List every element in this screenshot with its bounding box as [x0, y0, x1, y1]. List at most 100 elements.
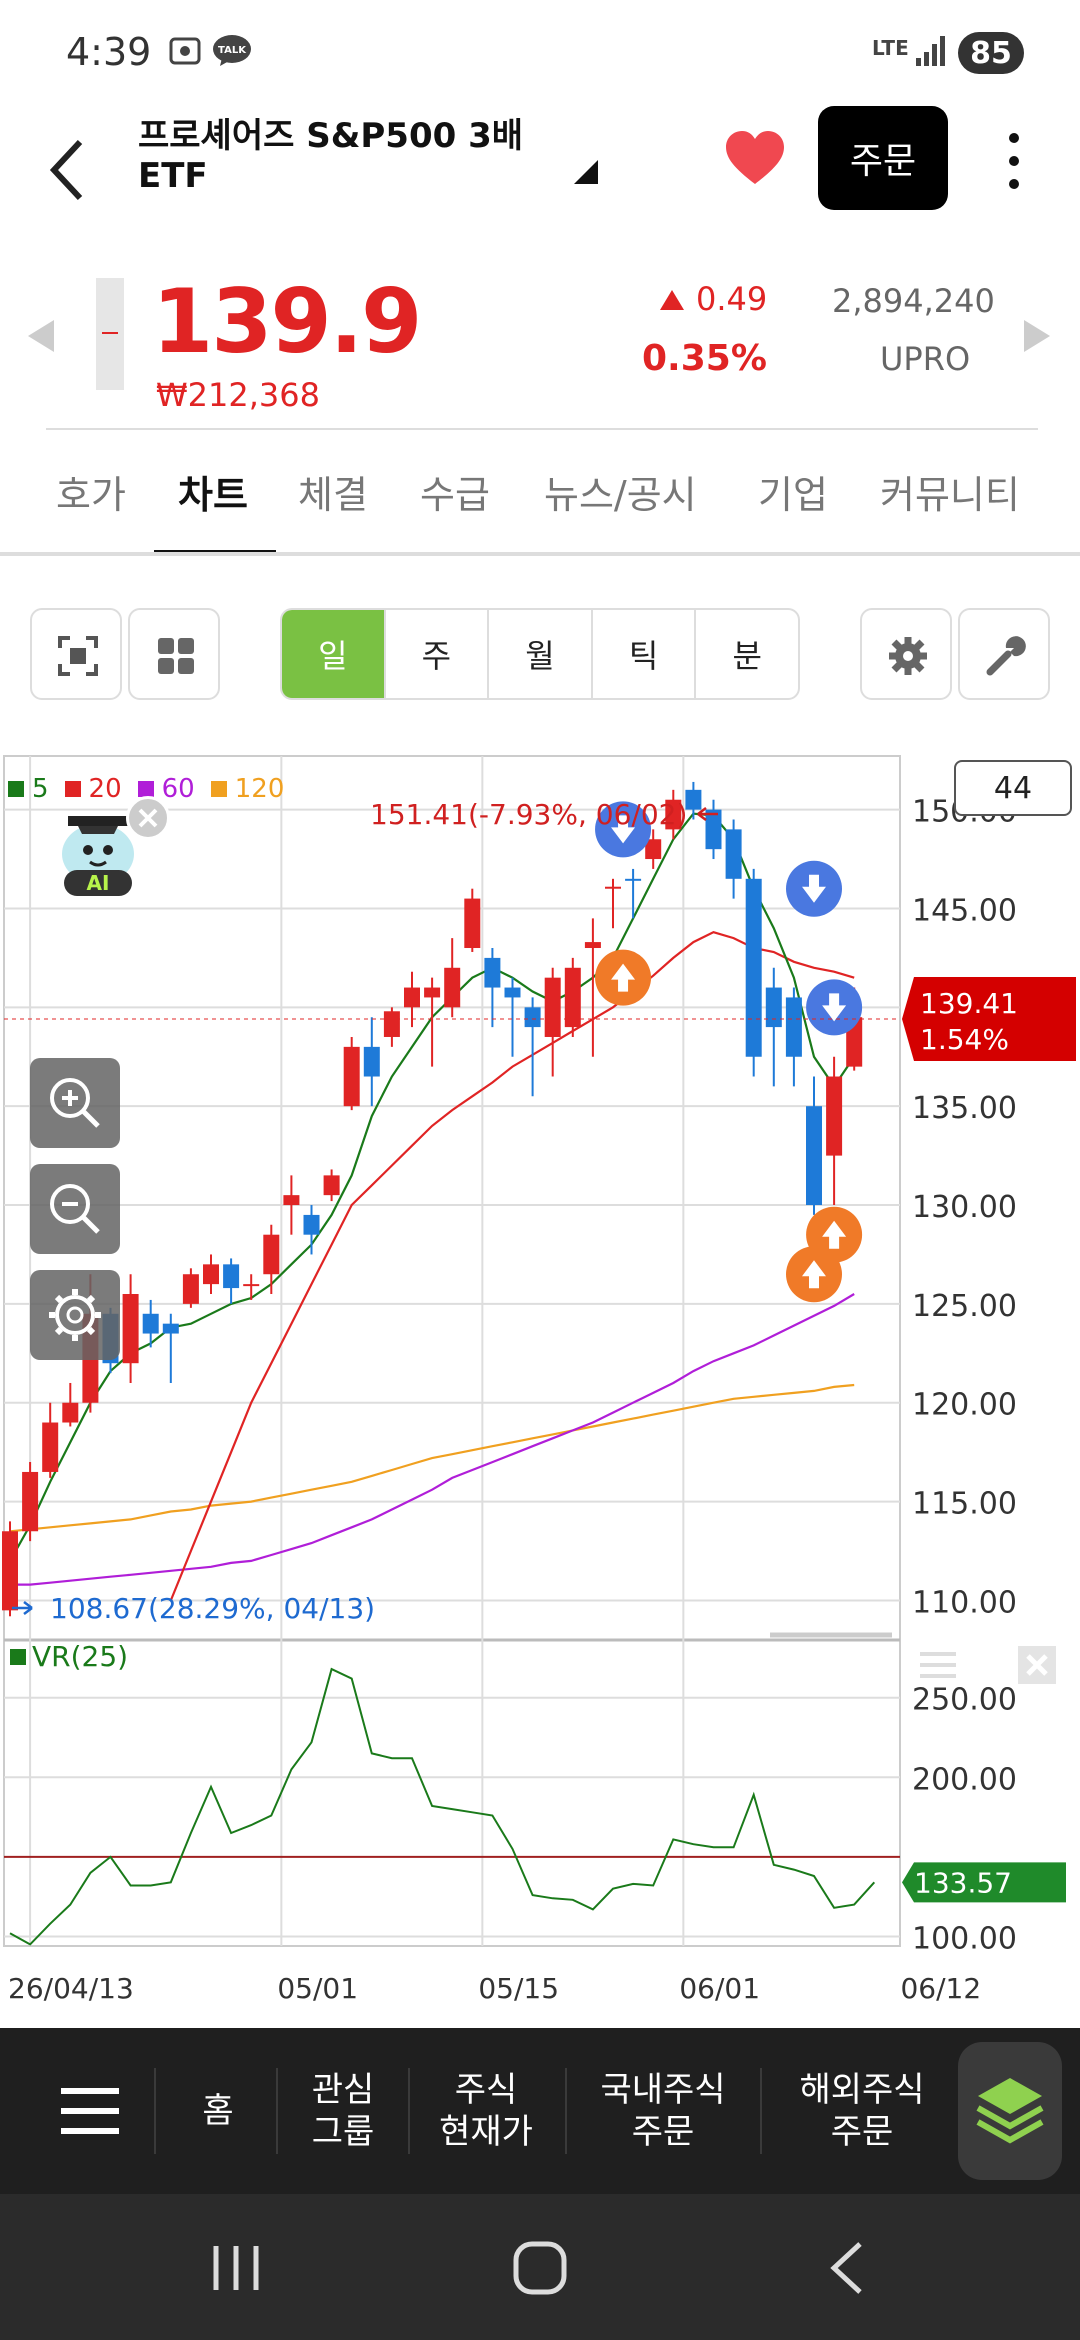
period-month-button[interactable]: 월 [489, 610, 593, 698]
candle-body [162, 1323, 179, 1334]
clock: 4:39 [66, 30, 152, 74]
change-percent: 0.35% [642, 338, 767, 379]
back-arrow-icon[interactable] [40, 130, 100, 210]
candle-body [182, 1274, 199, 1304]
chart-settings-button[interactable] [860, 608, 952, 700]
candle-count-box[interactable]: 44 [954, 760, 1072, 816]
vr-current-label: 133.57 [914, 1866, 1012, 1899]
tab-supply[interactable]: 수급 [420, 464, 490, 519]
nav-divider [565, 2068, 567, 2154]
layers-button[interactable] [958, 2042, 1062, 2180]
legend-label: 120 [234, 774, 285, 804]
tab-chart[interactable]: 차트 [178, 464, 248, 519]
period-tick-button[interactable]: 틱 [593, 610, 697, 698]
network-type: LTE [872, 36, 909, 60]
svg-text:AI: AI [87, 871, 110, 895]
gallery-icon [169, 37, 201, 65]
nav-stock-price[interactable]: 주식 현재가 [410, 2028, 562, 2194]
legend-swatch [8, 781, 24, 797]
nav-divider [154, 2068, 156, 2154]
stock-dropdown-icon[interactable] [574, 160, 598, 184]
y-tick-label: 145.00 [912, 893, 1017, 928]
y-tick-label: 130.00 [912, 1190, 1017, 1225]
tab-community[interactable]: 커뮤니티 [880, 464, 1020, 519]
signal-icon [916, 36, 945, 66]
chart-toolbar: 일 주 월 틱 분 [0, 600, 1080, 710]
capture-button[interactable] [30, 608, 122, 700]
layers-icon [976, 2078, 1044, 2144]
screen-capture-icon [58, 636, 98, 676]
candlestick-chart[interactable]: 150.00145.00140.00135.00130.00125.00120.… [0, 752, 1080, 2030]
tab-bar: 호가 차트 체결 수급 뉴스/공시 기업 커뮤니티 [0, 440, 1080, 560]
candle-body [404, 987, 420, 1008]
low-annotation: 108.67(28.29%, 04/13) [50, 1592, 375, 1625]
y-tick-label: 120.00 [912, 1388, 1017, 1423]
candle-body [223, 1264, 240, 1289]
panel-close-button[interactable] [1018, 1646, 1056, 1684]
candle-body [303, 1214, 320, 1235]
candle-body [363, 1046, 380, 1077]
vr-tick-label: 100.00 [912, 1921, 1017, 1956]
system-back-icon[interactable] [822, 2240, 872, 2296]
candle-body [605, 886, 621, 889]
candle-body [685, 789, 702, 810]
x-tick-label: 05/15 [478, 1972, 559, 2005]
legend-swatch [64, 781, 81, 797]
nav-domestic-order[interactable]: 국내주식 주문 [568, 2028, 758, 2194]
current-price-label: 139.41 [920, 987, 1018, 1020]
period-day-button[interactable]: 일 [282, 610, 386, 698]
layout-grid-button[interactable] [128, 608, 220, 700]
candle-body [263, 1234, 280, 1275]
period-minute-button[interactable]: 분 [696, 610, 798, 698]
candle-body [705, 809, 722, 850]
zoom-in-button[interactable] [30, 1058, 120, 1148]
more-menu-icon[interactable] [1002, 130, 1026, 192]
stock-title[interactable]: 프로셰어즈 S&P500 3배 ETF [138, 116, 558, 196]
menu-button[interactable] [20, 2028, 160, 2194]
tab-trades[interactable]: 체결 [298, 464, 368, 519]
candle-body [544, 977, 561, 1037]
recent-apps-icon[interactable] [206, 2242, 266, 2294]
candle-body [564, 967, 581, 1028]
tab-news[interactable]: 뉴스/공시 [544, 464, 697, 519]
vr-legend-swatch [10, 1648, 26, 1665]
hamburger-icon [920, 1652, 956, 1678]
current-price: 139.9 [152, 270, 422, 373]
candle-body [2, 1531, 18, 1611]
favorite-heart-icon[interactable] [724, 128, 786, 190]
gear-icon [889, 637, 927, 675]
period-week-button[interactable]: 주 [386, 610, 490, 698]
candle-body [323, 1175, 340, 1196]
battery-indicator: 85 [958, 32, 1024, 74]
candle-body [725, 829, 742, 879]
nav-home[interactable]: 홈 [158, 2028, 278, 2194]
grid-icon [158, 638, 194, 674]
candle-body [484, 957, 501, 988]
tab-company[interactable]: 기업 [758, 464, 828, 519]
prev-stock-arrow-icon[interactable] [28, 320, 54, 352]
nav-watch-group[interactable]: 관심 그룹 [280, 2028, 406, 2194]
vr-tick-label: 250.00 [912, 1683, 1017, 1718]
legend-swatch [137, 781, 154, 797]
candle-body [745, 878, 762, 1057]
y-tick-label: 135.00 [912, 1091, 1017, 1126]
nav-overseas-order[interactable]: 해외주식 주문 [764, 2028, 960, 2194]
y-tick-label: 110.00 [912, 1585, 1017, 1620]
bottom-nav: 홈 관심 그룹 주식 현재가 국내주식 주문 해외주식 주문 [0, 2028, 1080, 2194]
panel-menu-button[interactable] [920, 1650, 956, 1680]
ai-close-button[interactable] [126, 796, 170, 840]
candle-body [203, 1264, 219, 1285]
x-tick-label: 26/04/13 [8, 1972, 134, 2005]
zoom-out-button[interactable] [30, 1164, 120, 1254]
system-nav-bar [0, 2194, 1080, 2340]
order-button[interactable]: 주문 [818, 106, 948, 210]
chart-area[interactable]: 150.00145.00140.00135.00130.00125.00120.… [0, 752, 1080, 2030]
candle-body [765, 987, 782, 1028]
next-stock-arrow-icon[interactable] [1024, 320, 1050, 352]
chart-tools-button[interactable] [958, 608, 1050, 700]
ticker-symbol: UPRO [880, 340, 971, 378]
tab-hoga[interactable]: 호가 [56, 464, 126, 519]
candle-body [42, 1422, 59, 1472]
chart-overlay-settings-button[interactable] [30, 1270, 120, 1360]
home-icon[interactable] [510, 2240, 570, 2296]
